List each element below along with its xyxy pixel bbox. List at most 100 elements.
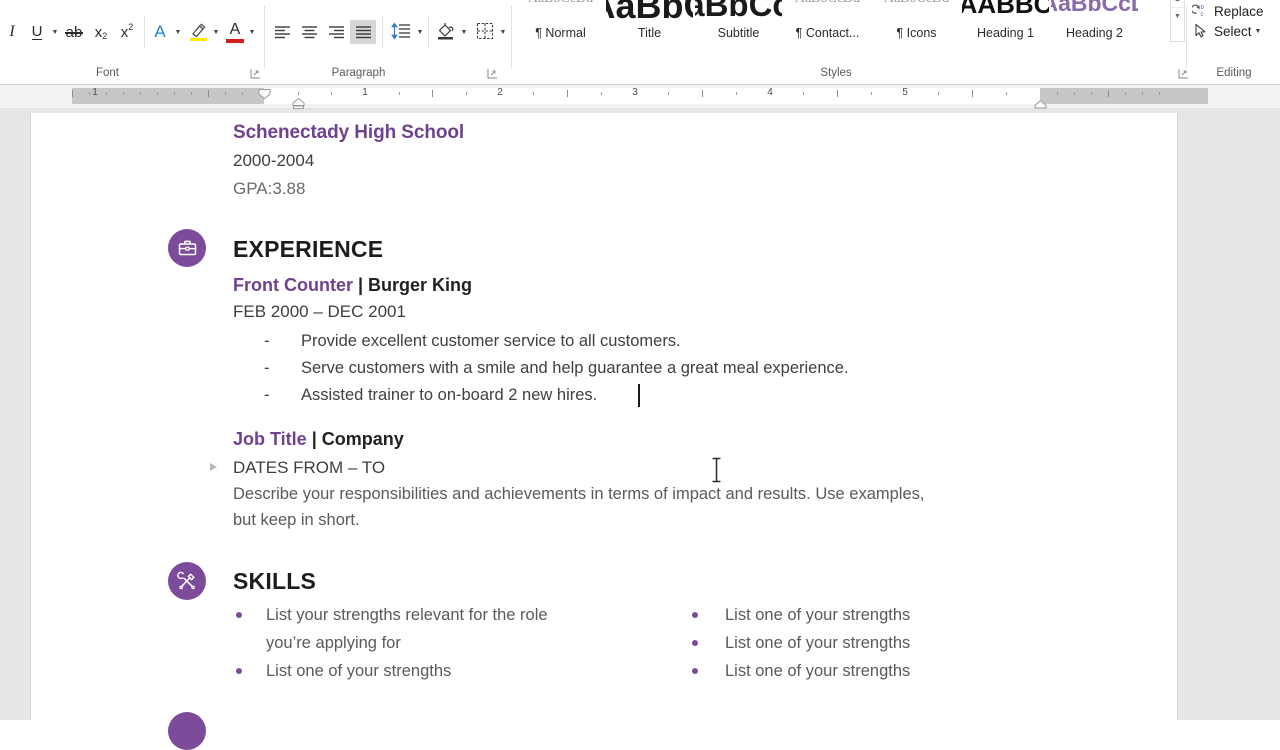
strikethrough-button[interactable]: ab [62, 20, 86, 44]
ruler-tick [702, 90, 703, 97]
hanging-indent-marker[interactable] [292, 96, 305, 110]
job-entry-1-bullet-2: Serve customers with a smile and help gu… [301, 359, 849, 377]
superscript-button[interactable]: x2 [115, 20, 139, 44]
ruler-tick [1125, 92, 1126, 95]
skill-bullet-dot [692, 668, 698, 674]
replace-icon: b c [1190, 1, 1212, 21]
style-normal[interactable]: AaBbCcDd ¶ Normal [516, 0, 605, 42]
paragraph-group-label: Paragraph [331, 67, 386, 79]
select-button[interactable]: Select ▼ [1190, 20, 1278, 42]
ruler-tick [72, 90, 73, 97]
replace-button[interactable]: b c Replace [1190, 0, 1278, 22]
text-effects-button[interactable]: A [148, 19, 172, 45]
text-highlight-color-button[interactable] [186, 18, 210, 46]
align-center-button[interactable] [296, 20, 322, 44]
skill-right-2: List one of your strengths [725, 634, 911, 652]
ruler-number: 1 [92, 87, 98, 98]
style-heading-1[interactable]: AABBC Heading 1 [961, 0, 1050, 42]
collapse-heading-triangle-icon[interactable] [210, 463, 217, 471]
style-heading-1-preview: AABBC [962, 0, 1049, 19]
style-title[interactable]: AaBbC Title [605, 0, 694, 42]
ruler-tick [567, 90, 568, 97]
school-gpa: GPA:3.88 [233, 179, 306, 198]
styles-scroll-up-button[interactable]: ▲ [1171, 0, 1184, 8]
ruler-right-margin [1040, 88, 1208, 104]
skills-heading: SKILLS [233, 568, 316, 594]
style-normal-preview: AaBbCcDd [517, 0, 604, 21]
borders-button[interactable] [472, 19, 498, 43]
document-page[interactable]: Schenectady High School 2000-2004 GPA:3.… [30, 113, 1178, 750]
styles-gallery-scrollbar[interactable]: ▲ ▼ [1170, 0, 1185, 42]
briefcase-icon [168, 229, 206, 267]
text-effects-dropdown-caret-icon[interactable]: ▼ [173, 22, 183, 42]
bullet-marker: - [264, 332, 270, 350]
styles-scroll-down-button[interactable]: ▼ [1171, 8, 1184, 25]
ruler-text-area [264, 88, 1040, 104]
style-heading-2[interactable]: AaBbCcD Heading 2 [1050, 0, 1139, 42]
job-entry-2-separator: | [306, 429, 322, 449]
style-icons-preview: AaBbCcDd [873, 0, 960, 21]
mouse-ibeam-cursor [711, 457, 722, 483]
select-dropdown-caret-icon[interactable]: ▼ [1255, 28, 1262, 35]
styles-group-label: Styles [820, 67, 852, 79]
ruler-tick [174, 92, 175, 95]
job-entry-1-dates: FEB 2000 – DEC 2001 [233, 302, 406, 321]
style-contact[interactable]: AaBbCcDd ¶ Contact... [783, 0, 872, 42]
style-contact-preview: AaBbCcDd [784, 0, 871, 21]
ruler-tick [242, 92, 243, 95]
job-entry-1-bullet-1: Provide excellent customer service to al… [301, 332, 681, 350]
ruler-number: 3 [632, 87, 638, 98]
skill-bullet-dot [692, 640, 698, 646]
job-entry-1-title: Front Counter | Burger King [233, 275, 472, 296]
ruler[interactable]: 1 1 2 3 4 5 [0, 85, 1280, 110]
ribbon-group-styles: AaBbCcDd ¶ Normal AaBbC Title AaBbCcD Su… [502, 0, 1188, 84]
school-name: Schenectady High School [233, 122, 465, 143]
job-entry-1-role: Front Counter [233, 275, 353, 295]
experience-heading: EXPERIENCE [233, 236, 384, 262]
align-left-button[interactable] [269, 20, 295, 44]
group-divider-styles-editing [1186, 6, 1187, 68]
align-right-button[interactable] [323, 20, 349, 44]
first-line-indent-marker[interactable] [258, 86, 271, 100]
paragraph-dialog-launcher[interactable] [487, 68, 499, 80]
ruler-tick [736, 92, 737, 95]
right-indent-marker[interactable] [1034, 96, 1047, 109]
justify-icon [355, 25, 371, 38]
skill-right-1: List one of your strengths [725, 606, 911, 624]
job-entry-2-title: Job Title | Company [233, 429, 404, 450]
italic-button[interactable]: I [2, 20, 22, 44]
bullet-marker: - [264, 386, 270, 404]
underline-dropdown-caret-icon[interactable]: ▼ [50, 22, 60, 42]
shading-button[interactable] [433, 19, 459, 43]
bullet-marker: - [264, 359, 270, 377]
ruler-tick [191, 92, 192, 95]
justify-button[interactable] [350, 20, 376, 44]
svg-text:b: b [1201, 5, 1205, 11]
job-entry-1-bullet-3: Assisted trainer to on-board 2 new hires… [301, 386, 598, 404]
ribbon-group-font: I U ▼ ab x2 x2 A ▼ ▼ A ▼ Font [0, 0, 260, 84]
skill-left-1-line-1: List your strengths relevant for the rol… [266, 606, 548, 624]
job-entry-1-separator: | [352, 275, 369, 295]
ruler-tick [837, 90, 838, 97]
skill-left-2: List one of your strengths [266, 662, 452, 680]
editing-group-label: Editing [1216, 67, 1252, 79]
style-title-preview: AaBbC [606, 0, 693, 21]
ruler-tick [1108, 90, 1109, 97]
job-entry-2-company: Company [321, 429, 404, 449]
underline-button[interactable]: U [26, 20, 48, 44]
job-entry-1-company: Burger King [368, 275, 473, 295]
ruler-tick [432, 90, 433, 97]
ruler-tick [1057, 92, 1058, 95]
style-icons[interactable]: AaBbCcDd ¶ Icons [872, 0, 961, 42]
next-section-icon-partial [168, 712, 206, 750]
skill-right-3: List one of your strengths [725, 662, 911, 680]
paragraph-group-inner-divider-1 [382, 16, 383, 48]
ruler-tick [1142, 92, 1143, 95]
line-spacing-button[interactable] [387, 19, 415, 43]
style-subtitle[interactable]: AaBbCcD Subtitle [694, 0, 783, 42]
svg-text:c: c [1201, 12, 1204, 18]
document-canvas: Schenectady High School 2000-2004 GPA:3.… [0, 109, 1280, 750]
subscript-button[interactable]: x2 [89, 20, 113, 44]
line-spacing-dropdown-caret-icon[interactable]: ▼ [415, 22, 425, 42]
shading-dropdown-caret-icon[interactable]: ▼ [459, 22, 469, 42]
